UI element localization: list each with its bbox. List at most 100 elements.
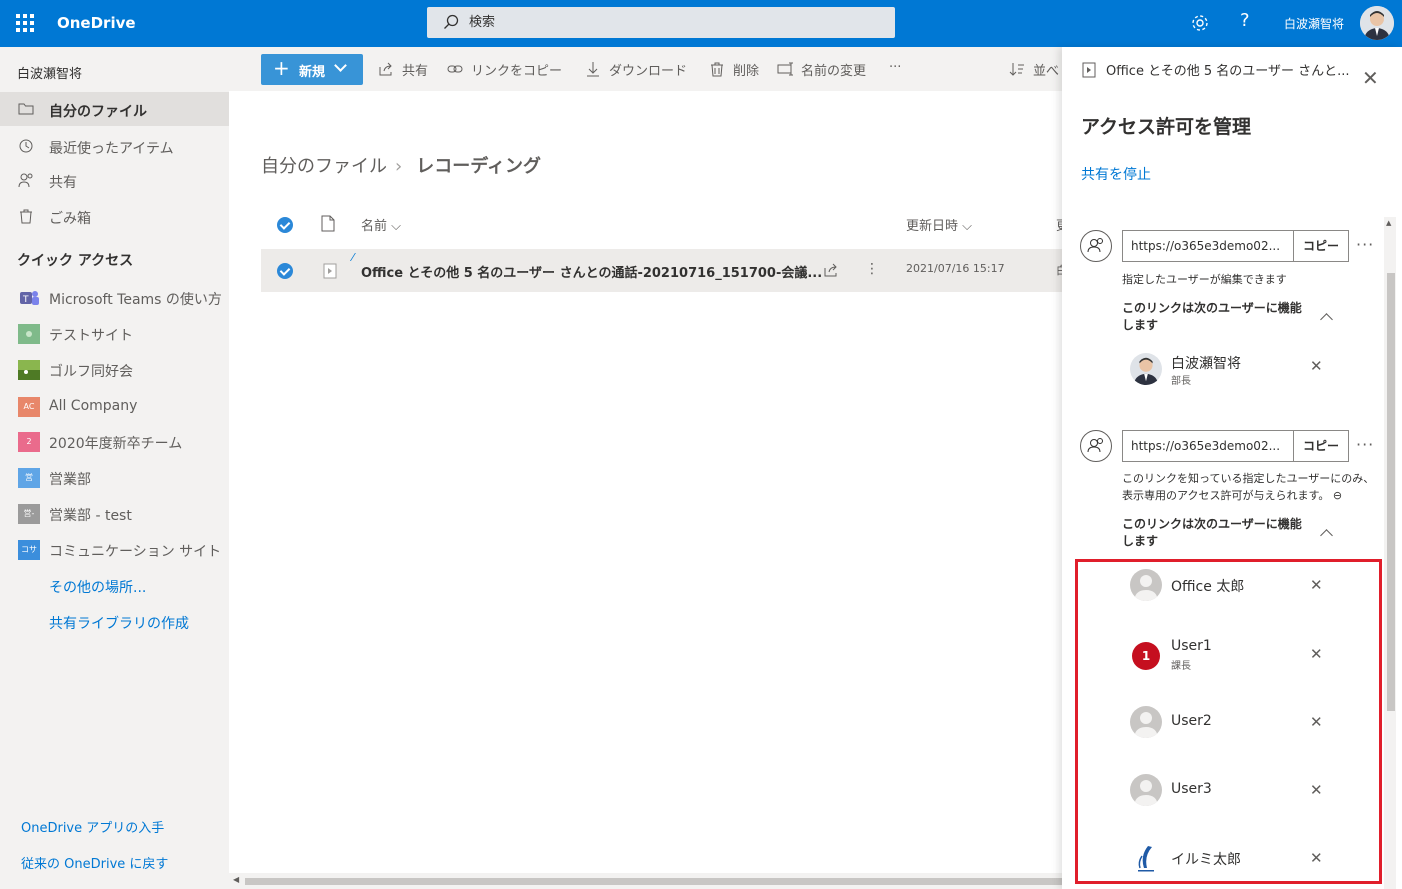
site-all-company[interactable]: AC All Company [0, 389, 229, 423]
delete-label: 削除 [733, 64, 760, 79]
help-icon[interactable]: ? [1240, 10, 1250, 31]
link-more-options-icon[interactable]: ··· [1356, 235, 1374, 254]
main-content: + 新規 共有 リンクをコピー ダウンロード 削除 名前の変更 ··· 並べ 自… [229, 47, 1069, 889]
search-input[interactable] [469, 11, 869, 33]
person-row: User3 ✕ [1128, 774, 1378, 814]
app-launcher-icon[interactable] [16, 14, 34, 32]
site-test-site[interactable]: テストサイト [0, 316, 229, 350]
download-label: ダウンロード [609, 64, 688, 79]
person-name: 白波瀬智将 [1171, 356, 1241, 372]
panel-title: アクセス許可を管理 [1081, 116, 1252, 138]
stop-sharing-link[interactable]: 共有を停止 [1081, 164, 1151, 184]
panel-file-name: Office とその他 5 名のユーザー さんと... [1106, 64, 1350, 79]
site-sales[interactable]: 営 営業部 [0, 460, 229, 494]
app-title[interactable]: OneDrive [57, 14, 136, 32]
remove-person-icon[interactable]: ✕ [1310, 357, 1323, 375]
delete-icon [709, 61, 725, 81]
site-label: 営業部 [49, 472, 91, 488]
person-name: User3 [1171, 781, 1212, 797]
settings-gear-icon[interactable] [1190, 13, 1210, 37]
column-header-name[interactable]: 名前 ⌵ [361, 215, 401, 234]
site-2020-new-grad-team[interactable]: 2 2020年度新卒チーム [0, 424, 229, 458]
left-navigation: 白波瀬智将 自分のファイル 最近使ったアイテム 共有 ごみ箱 クイック アクセス… [0, 47, 229, 889]
scrollbar-thumb[interactable] [1387, 273, 1395, 711]
user-avatar[interactable] [1360, 6, 1394, 40]
share-icon [378, 61, 394, 81]
nav-label: 自分のファイル [49, 104, 147, 120]
quick-access-title: クイック アクセス [17, 253, 134, 269]
site-label: Microsoft Teams の使い方 [49, 292, 222, 308]
classic-onedrive-link[interactable]: 従来の OneDrive に戻す [21, 853, 168, 872]
site-golf-club[interactable]: ゴルフ同好会 [0, 352, 229, 386]
link-works-for-label: このリンクは次のユーザーに機能します [1122, 301, 1302, 332]
site-label: テストサイト [49, 328, 133, 344]
nav-shared[interactable]: 共有 [0, 163, 229, 197]
share-command[interactable]: 共有 [378, 60, 438, 80]
search-box[interactable] [427, 7, 895, 38]
nav-label: 最近使ったアイテム [49, 141, 174, 157]
table-row[interactable]: ⁄ Office とその他 5 名のユーザー さんとの通話-20210716_1… [261, 249, 1067, 292]
close-icon[interactable]: ✕ [1362, 68, 1379, 88]
more-commands-label: ··· [889, 60, 902, 75]
link-works-for-label: このリンクは次のユーザーに機能します [1122, 517, 1302, 548]
row-checkbox[interactable] [277, 263, 293, 279]
remove-person-icon[interactable]: ✕ [1310, 713, 1323, 731]
chevron-up-icon[interactable] [1320, 529, 1333, 542]
search-icon [443, 14, 459, 34]
create-shared-library-link[interactable]: 共有ライブラリの作成 [0, 604, 229, 638]
select-all-checkbox[interactable] [277, 217, 293, 233]
nav-recent[interactable]: 最近使ったアイテム [0, 129, 229, 163]
remove-person-icon[interactable]: ✕ [1310, 849, 1323, 867]
site-tile-icon: 2 [18, 432, 40, 452]
vertical-scrollbar[interactable]: ▲ [1384, 217, 1396, 889]
site-communication[interactable]: コサ コミュニケーション サイト [0, 532, 229, 566]
copy-link-button[interactable]: コピー [1294, 230, 1349, 262]
chevron-up-icon[interactable] [1320, 313, 1333, 326]
breadcrumb-root[interactable]: 自分のファイル [261, 156, 387, 177]
folder-icon [18, 101, 34, 121]
share-link-url[interactable]: https://o365e3demo02... [1122, 430, 1294, 462]
nav-my-files[interactable]: 自分のファイル [0, 92, 229, 126]
nav-recycle-bin[interactable]: ごみ箱 [0, 199, 229, 233]
rename-icon [777, 61, 795, 81]
rename-command[interactable]: 名前の変更 [777, 60, 877, 80]
user-name[interactable]: 白波瀬智将 [1284, 15, 1344, 32]
column-header-modified[interactable]: 更新日時 ⌵ [906, 215, 972, 234]
remove-person-icon[interactable]: ✕ [1310, 576, 1323, 594]
person-name: Office 太郎 [1171, 579, 1245, 595]
sort-command[interactable]: 並べ [1009, 60, 1062, 80]
site-tile-icon: AC [18, 397, 40, 417]
share-link-url[interactable]: https://o365e3demo02... [1122, 230, 1294, 262]
scroll-left-icon[interactable]: ◀ [233, 875, 239, 884]
scroll-up-icon[interactable]: ▲ [1386, 219, 1391, 227]
row-more-icon[interactable]: ⋮ [865, 261, 879, 277]
site-sales-test[interactable]: 営- 営業部 - test [0, 496, 229, 530]
link-description: 指定したユーザーが編集できます [1122, 273, 1287, 286]
row-share-icon[interactable] [823, 262, 839, 282]
copy-link-button[interactable]: コピー [1294, 430, 1349, 462]
scrollbar-thumb[interactable] [245, 878, 1062, 885]
more-commands-button[interactable]: ··· [889, 60, 913, 80]
remove-person-icon[interactable]: ✕ [1310, 781, 1323, 799]
file-name[interactable]: Office とその他 5 名のユーザー さんとの通話-20210716_151… [361, 262, 822, 281]
remove-person-icon[interactable]: ✕ [1310, 645, 1323, 663]
site-teams-howto[interactable]: T Microsoft Teams の使い方 [0, 280, 229, 314]
modified-date: 2021/07/16 15:17 [906, 262, 1005, 275]
panel-file-header: Office とその他 5 名のユーザー さんと... [1082, 60, 1382, 80]
file-type-icon[interactable] [321, 215, 335, 236]
column-name-label: 名前 [361, 219, 388, 234]
delete-command[interactable]: 削除 [709, 60, 764, 80]
new-button[interactable]: + 新規 [261, 54, 363, 85]
rename-label: 名前の変更 [801, 64, 867, 79]
get-onedrive-app-link[interactable]: OneDrive アプリの入手 [21, 817, 164, 836]
person-name: User2 [1171, 713, 1212, 729]
person-row: 1 User1 課長 ✕ [1128, 638, 1378, 678]
person-row: User2 ✕ [1128, 706, 1378, 746]
sort-label: 並べ [1033, 64, 1060, 79]
horizontal-scrollbar[interactable]: ◀ [229, 873, 1062, 889]
download-command[interactable]: ダウンロード [585, 60, 700, 80]
link-more-options-icon[interactable]: ··· [1356, 435, 1374, 454]
copy-link-command[interactable]: リンクをコピー [447, 60, 572, 80]
more-places-link[interactable]: その他の場所... [0, 568, 229, 602]
site-tile-icon: 営 [18, 468, 40, 488]
